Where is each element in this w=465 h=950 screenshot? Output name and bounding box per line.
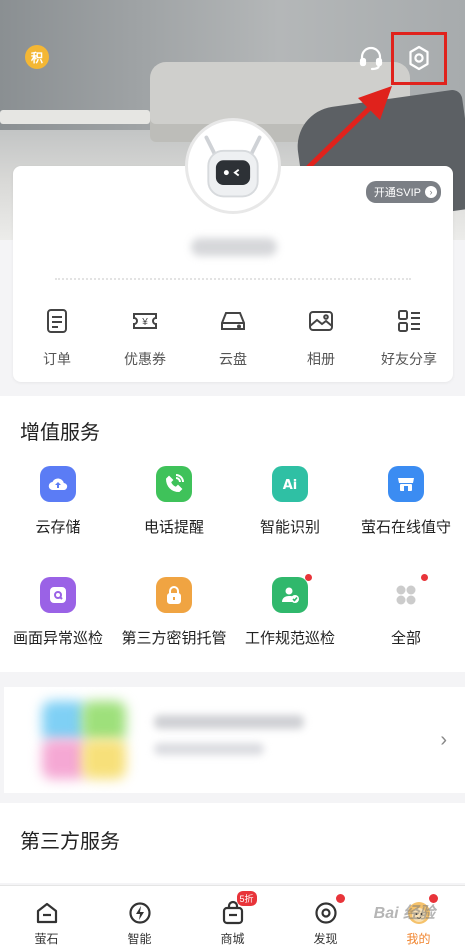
coupon-icon: ¥ [133, 313, 157, 329]
tab-smart[interactable]: 智能 [93, 886, 186, 950]
tab-home[interactable]: 萤石 [0, 886, 93, 950]
service-phone-reminder[interactable]: 电话提醒 [116, 466, 232, 537]
tab-label: 发现 [313, 932, 338, 946]
action-album[interactable]: 相册 [277, 306, 365, 369]
tab-shop[interactable]: 5折 商城 [186, 886, 279, 950]
avatar[interactable] [185, 118, 281, 214]
open-svip-button[interactable]: 开通SVIP › [365, 181, 441, 203]
service-label: 工作规范巡检 [244, 630, 335, 647]
notification-dot [305, 574, 312, 581]
third-party-section: 第三方服务 [0, 803, 465, 883]
phone-icon [156, 466, 192, 502]
action-label: 云盘 [219, 351, 247, 367]
service-online-guard[interactable]: 萤石在线值守 [348, 466, 464, 537]
notification-dot [421, 574, 428, 581]
action-label: 好友分享 [381, 351, 437, 367]
order-icon [47, 309, 67, 333]
points-badge[interactable]: 积 [25, 45, 49, 69]
svg-text:Ai: Ai [283, 478, 298, 493]
tab-discover[interactable]: 发现 [279, 886, 372, 950]
value-added-section: 增值服务 云存储 电话提醒 Ai 智能识别 萤石在线值守 画面异常巡检 第三方密… [0, 396, 465, 672]
service-label: 全部 [390, 630, 421, 647]
tab-label: 商城 [220, 932, 245, 946]
action-orders[interactable]: 订单 [13, 306, 101, 369]
home-icon [36, 902, 57, 924]
service-abnormal-scan[interactable]: 画面异常巡检 [0, 577, 116, 648]
service-label: 智能识别 [259, 519, 320, 536]
svip-label: 开通SVIP [373, 187, 421, 199]
service-label: 电话提醒 [143, 519, 204, 536]
chevron-right-icon: › [440, 729, 447, 751]
grid-icon [388, 574, 428, 613]
customer-service-icon[interactable] [357, 44, 385, 72]
smart-icon [128, 902, 151, 924]
tab-label: 我的 [406, 932, 431, 946]
action-friend-share[interactable]: 好友分享 [365, 306, 453, 369]
action-cloud-disk[interactable]: 云盘 [189, 306, 277, 369]
banner-image-blurred [82, 739, 126, 779]
action-label: 优惠券 [124, 351, 166, 367]
watermark: Bai 经验 [373, 905, 435, 922]
service-label: 画面异常巡检 [12, 630, 103, 647]
settings-highlight-box [391, 32, 447, 85]
banner-image-blurred [42, 739, 86, 779]
user-check-icon [272, 574, 312, 613]
banner-title-blurred [154, 715, 304, 729]
service-smart-recognition[interactable]: Ai 智能识别 [232, 466, 348, 537]
service-work-inspection[interactable]: 工作规范巡检 [232, 574, 348, 648]
action-label: 相册 [307, 351, 335, 367]
tab-label: 智能 [127, 932, 152, 946]
tab-label: 萤石 [34, 932, 59, 946]
banner-image-blurred [82, 701, 126, 741]
divider [55, 278, 411, 280]
discount-badge: 5折 [236, 891, 257, 906]
service-label: 萤石在线值守 [360, 519, 451, 536]
section-title: 第三方服务 [20, 831, 120, 853]
notification-dot [335, 894, 345, 903]
svg-text:¥: ¥ [141, 317, 148, 328]
promo-banner[interactable]: › [4, 687, 465, 793]
service-label: 云存储 [35, 519, 81, 536]
lock-icon [156, 577, 192, 613]
background-table [0, 110, 150, 124]
username-blurred [191, 238, 277, 256]
service-label: 第三方密钥托管 [121, 630, 227, 647]
robot-avatar-icon [204, 135, 262, 198]
cloud-upload-icon [40, 466, 76, 502]
friend-share-icon [398, 310, 420, 332]
discover-icon [314, 902, 337, 924]
banner-subtitle-blurred [154, 743, 264, 755]
cloud-disk-icon [221, 312, 245, 330]
ai-icon: Ai [272, 466, 308, 502]
service-key-custody[interactable]: 第三方密钥托管 [116, 577, 232, 648]
store-icon [388, 466, 424, 502]
action-label: 订单 [43, 351, 71, 367]
service-all[interactable]: 全部 [348, 574, 464, 648]
service-cloud-storage[interactable]: 云存储 [0, 466, 116, 537]
section-title: 增值服务 [20, 422, 100, 444]
action-coupons[interactable]: ¥ 优惠券 [101, 306, 189, 369]
camera-scan-icon [40, 577, 76, 613]
chevron-right-icon: › [425, 186, 437, 198]
banner-image-blurred [42, 701, 86, 741]
album-icon [309, 311, 333, 331]
